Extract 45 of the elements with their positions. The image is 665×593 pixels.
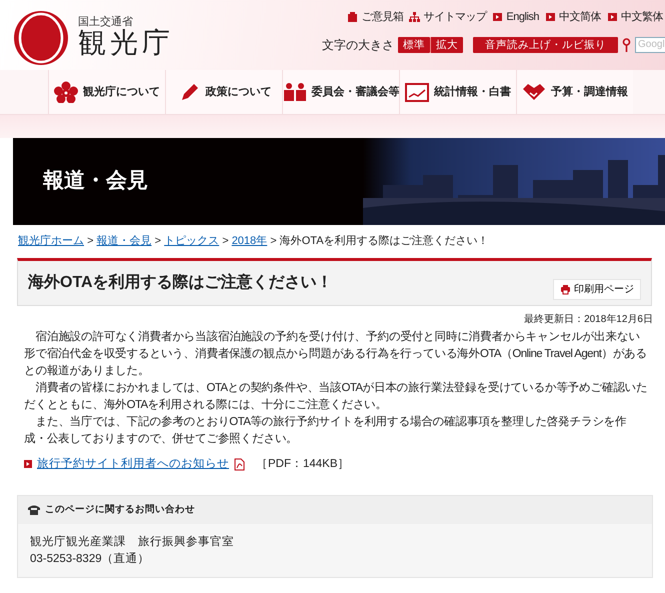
breadcrumb-link[interactable]: トピックス (164, 235, 220, 247)
last-updated: 最終更新日：2018年12月6日 (523, 312, 654, 326)
breadcrumb-link[interactable]: 観光庁ホーム (18, 235, 84, 247)
attachment-link[interactable]: 旅行予約サイト利用者へのお知らせ (37, 456, 229, 473)
top-link[interactable]: 中文繁体 (607, 9, 663, 26)
sitemap-icon (409, 11, 420, 24)
font-size-button[interactable]: 拡大 (430, 36, 463, 52)
print-button[interactable]: 印刷用ページ (553, 279, 641, 300)
logo-icon (12, 10, 70, 66)
agency-name-small: 国土交通省 (78, 17, 134, 28)
top-link[interactable]: English (492, 9, 539, 26)
pdf-icon (234, 458, 245, 471)
speech-button[interactable]: 音声読み上げ・ルビ振り (473, 36, 618, 52)
pin-icon (622, 38, 631, 52)
people-icon (282, 81, 306, 103)
font-size-button[interactable]: 標準 (398, 36, 430, 52)
paragraph: また、当庁では、下記の参考のとおりOTA等の旅行予約サイトを利用する場合の確認事項を整理した啓発チラシを作成・公表しておりますので、併せてご参照ください。 (24, 414, 628, 446)
flower-icon (54, 81, 78, 103)
chart-icon (405, 81, 429, 103)
breadcrumb-separator: > (222, 235, 229, 247)
mailbox-icon (347, 11, 358, 24)
top-link[interactable]: ご意見箱 (347, 9, 404, 26)
breadcrumb-separator: > (87, 235, 94, 247)
contact-text: 観光庁観光産業課 旅行振興参事官室 (30, 534, 235, 550)
breadcrumb-separator: > (270, 235, 277, 247)
phone-icon (28, 504, 40, 516)
agency-name: 観光庁 (78, 28, 174, 59)
nav-item[interactable]: 委員会・審議会等 (282, 70, 399, 114)
breadcrumb-separator: > (154, 235, 162, 247)
paragraph: 消費者の皆様におかれましては、OTAとの契約条件や、当該OTAが日本の旅行業法登録を受けているか等予めご確認いただくとともに、海外OTAを利用される際には、十分にご注意ください。 (24, 380, 648, 412)
breadcrumb-current: 海外OTAを利用する際はご注意ください！ (280, 235, 489, 247)
search-field[interactable]: Googl (635, 36, 665, 52)
top-link[interactable]: サイトマップ (409, 9, 486, 26)
article-title: 海外OTAを利用する際はご注意ください！ (28, 272, 333, 292)
bullet-icon (24, 460, 32, 468)
file-info: ［PDF：144KB］ (256, 456, 350, 472)
breadcrumb-link[interactable]: 報道・会見 (96, 235, 152, 247)
banner-title: 報道・会見 (43, 168, 148, 194)
top-link[interactable]: 中文简体 (545, 9, 601, 26)
printer-icon (560, 284, 571, 295)
contact-text: 03-5253-8329（直通） (30, 552, 151, 567)
paragraph: 宿泊施設の許可なく消費者から当該宿泊施設の予約を受け付け、予約の受付と同時に消費者からキャンセルが出来ない形で宿泊代金を収受するという、消費者保護の観点から問題がある行為を行っている海外OTA（Online Travel Agent）があるとの報道がありました。 (24, 329, 648, 378)
breadcrumb-link[interactable]: 2018年 (232, 235, 268, 247)
contact-heading: このページに関するお問い合わせ (45, 502, 195, 517)
font-size-label: 文字の大きさ (322, 36, 394, 54)
